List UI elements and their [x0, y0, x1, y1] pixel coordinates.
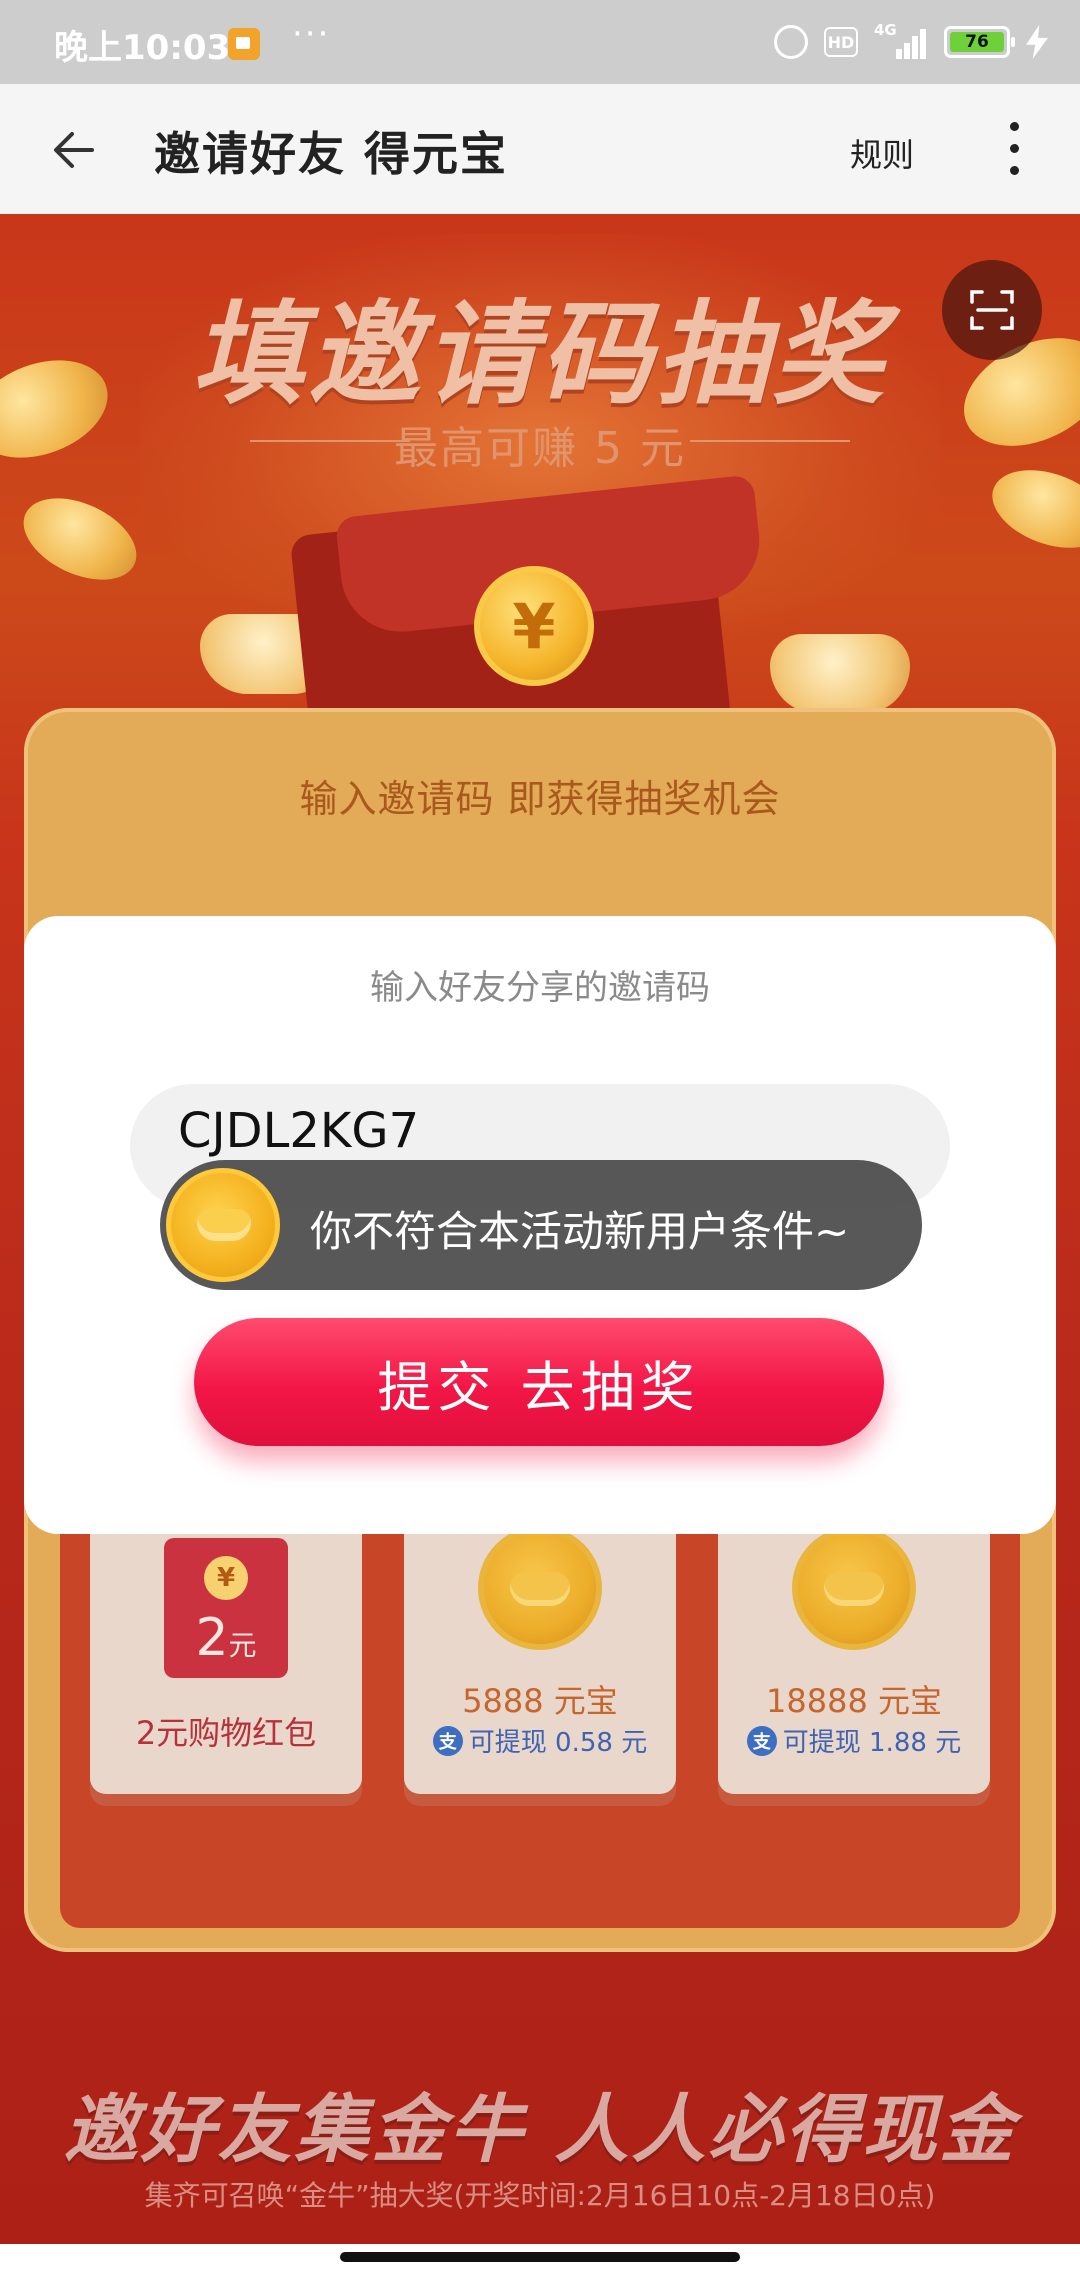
prize-grid: ¥ 2元 2元购物红包 5888 元宝 支 可提现 0.58 元 18888 元…: [60, 1398, 1020, 1928]
status-bar: 晚上10:03 ··· HD 4G 76: [0, 0, 1080, 84]
more-menu-icon[interactable]: [1004, 120, 1024, 180]
alipay-icon: 支: [432, 1725, 463, 1756]
alarm-icon: [774, 25, 808, 59]
error-toast: 你不符合本活动新用户条件~: [160, 1160, 922, 1290]
network-type: 4G: [874, 21, 897, 39]
redpack-icon: ¥ 2元: [164, 1538, 288, 1678]
page-title: 邀请好友 得元宝: [154, 127, 509, 181]
gold-ingot-coin-icon: [478, 1526, 602, 1650]
gesture-bar: [0, 2244, 1080, 2280]
scan-icon: [970, 290, 1014, 330]
battery-level: 76: [950, 32, 1004, 52]
yuan-coin-icon: ¥: [204, 1556, 248, 1600]
battery-icon: 76: [944, 26, 1015, 58]
yuan-coin-icon: ¥: [474, 566, 594, 686]
hd-icon: HD: [824, 27, 858, 57]
dialog-title: 输入好友分享的邀请码: [370, 968, 710, 1008]
redpack-amount: 2元: [195, 1608, 257, 1668]
toast-message: 你不符合本活动新用户条件~: [310, 1207, 850, 1256]
nav-bar: 邀请好友 得元宝 规则: [0, 84, 1080, 214]
home-gesture-handle[interactable]: [340, 2252, 740, 2262]
rules-link[interactable]: 规则: [850, 130, 914, 176]
status-time: 晚上10:03: [54, 28, 231, 68]
status-icons: HD 4G 76: [774, 21, 1048, 62]
decor-coin-left-2: [10, 481, 150, 597]
scan-button[interactable]: [942, 260, 1042, 360]
subtitle-line-right: [690, 440, 850, 442]
decor-ingot-right: [770, 634, 910, 714]
more-notifications-icon: ···: [292, 14, 331, 54]
banner-subtitle: 最高可赚 5 元: [394, 423, 686, 474]
gold-ingot-coin-icon: [166, 1168, 280, 1282]
prize-cash: 支 可提现 1.88 元: [718, 1722, 990, 1759]
prize-tile-redpack: ¥ 2元 2元购物红包: [90, 1508, 362, 1794]
prize-label: 2元购物红包: [135, 1714, 317, 1752]
prize-tile-5888: 5888 元宝 支 可提现 0.58 元: [404, 1508, 676, 1794]
gold-ingot-coin-icon: [792, 1526, 916, 1650]
prize-amount: 5888 元宝: [462, 1682, 618, 1720]
back-arrow-icon[interactable]: [48, 122, 104, 178]
signal-icon: 4G: [874, 21, 928, 59]
footer-slogan: 邀好友集金牛 人人必得现金: [63, 2087, 1017, 2173]
submit-draw-button[interactable]: 提交 去抽奖: [194, 1318, 884, 1446]
prize-amount: 18888 元宝: [766, 1682, 942, 1720]
charging-icon: [1026, 25, 1048, 59]
prize-tile-18888: 18888 元宝 支 可提现 1.88 元: [718, 1508, 990, 1794]
prize-cash: 支 可提现 0.58 元: [404, 1722, 676, 1759]
banner-title: 填邀请码抽奖: [192, 290, 888, 420]
notification-icon: [228, 28, 260, 60]
alipay-icon: 支: [746, 1725, 777, 1756]
footer-note: 集齐可召唤“金牛”抽大奖(开奖时间:2月16日10点-2月18日0点): [144, 2179, 936, 2212]
lottery-card-heading: 输入邀请码 即获得抽奖机会: [299, 777, 781, 821]
